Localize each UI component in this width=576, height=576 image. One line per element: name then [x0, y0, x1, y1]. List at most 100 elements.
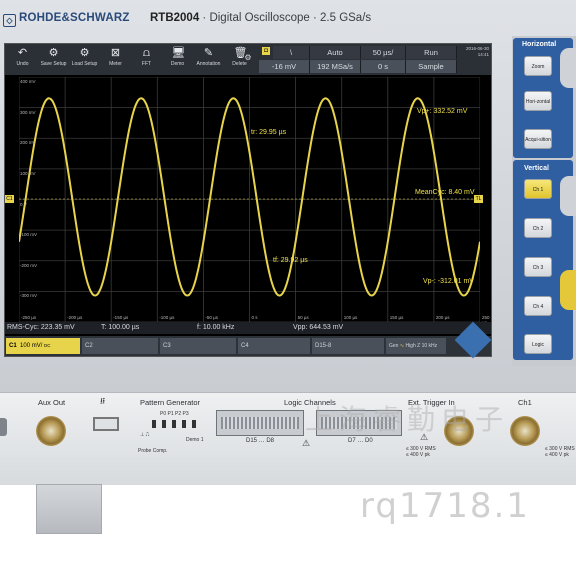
x-tick-label: -100 µs [159, 315, 175, 320]
horizontal-knob[interactable] [560, 48, 576, 88]
zoom-button[interactable]: Zoom [524, 56, 552, 76]
vp-plus-measurement: Vp+: 332.52 mV [417, 108, 468, 115]
channel4-tab[interactable]: C4 [238, 338, 310, 354]
measurement-info-bar: RMS-Cyc: 223.35 mV T: 100.00 µs f: 10.00… [5, 322, 491, 334]
acquisition-button[interactable]: Acqui-sition [524, 129, 552, 149]
datetime: 2016-06-30 14:41 [461, 46, 489, 58]
d7-d0-label: D7 … D0 [348, 438, 373, 444]
y-tick-label: 100 mV [20, 170, 36, 176]
demo1-label: Demo 1 [186, 437, 204, 443]
channel3-tab[interactable]: C3 [160, 338, 236, 354]
pattern-pins[interactable] [152, 420, 198, 428]
power-side-button[interactable] [0, 418, 7, 436]
load-setup-label: Load Setup [71, 61, 98, 67]
annotation-button[interactable]: ✎ Annotation [193, 44, 224, 75]
demo-icon: 🖥 [171, 47, 186, 59]
digital-channels-tab[interactable]: D15-8 [312, 338, 384, 354]
aux-out-connector[interactable] [36, 416, 66, 446]
aux-out-label: Aux Out [38, 398, 66, 407]
vp-minus-measurement: Vp-: -312.01 mV [423, 278, 474, 285]
load-setup-button[interactable]: ⚙ Load Setup [69, 44, 100, 75]
ch3-button[interactable]: Ch 3 [524, 257, 552, 277]
y-tick-label: 200 mV [20, 140, 36, 146]
meter-button[interactable]: ⊠ Meter [100, 44, 131, 75]
trigger-mode[interactable]: Auto [310, 46, 361, 59]
probe-comp-waveform-icon: ⊥ ⎍ [140, 432, 150, 438]
undo-label: Undo [16, 61, 29, 67]
undo-button[interactable]: ↶ Undo [7, 44, 38, 75]
date: 2016-06-30 [465, 46, 489, 51]
generator-impedance: High Z [405, 343, 421, 349]
warning-icon: ⚠ [302, 438, 311, 448]
probe-comp-label: Probe Comp. [138, 448, 168, 454]
acquisition-mode[interactable]: Sample [406, 60, 457, 73]
y-tick-label: -200 mV [20, 262, 38, 268]
load-setup-icon: ⚙ [79, 47, 90, 59]
ch1-input-connector[interactable] [510, 416, 540, 446]
model-name: RTB2004 [150, 12, 200, 24]
frequency-value: f: 10.00 kHz [197, 324, 235, 331]
x-tick-label: -150 µs [113, 315, 129, 320]
pattern-pins-label: P0 P1 P2 P3 [160, 411, 189, 417]
channel1-offset-marker[interactable]: C1 [5, 195, 14, 203]
y-tick-label: 0 V [20, 201, 27, 207]
fft-icon: ⩍ [142, 47, 151, 59]
trigger-level[interactable]: -16 mV [259, 60, 310, 73]
save-setup-button[interactable]: ⚙ Save Setup [38, 44, 69, 75]
usb-port[interactable] [93, 417, 119, 431]
channel1-scale: 100 mV/ [20, 343, 43, 349]
save-setup-label: Save Setup [40, 61, 67, 67]
sample-rate[interactable]: 192 MSa/s [310, 60, 361, 73]
channel1-tab[interactable]: C1 100 mV/ DC [6, 338, 80, 354]
horizontal-position[interactable]: 0 s [361, 60, 406, 73]
meter-label: Meter [109, 61, 122, 67]
ch1-scale-knob[interactable] [560, 270, 576, 310]
ext-trigger-rating-pk: ≤ 400 V pk [406, 452, 430, 458]
vertical-title: Vertical [524, 165, 549, 172]
ch2-button[interactable]: Ch 2 [524, 218, 552, 238]
demo-label: Demo [170, 61, 185, 67]
meter-icon: ⊠ [110, 47, 121, 59]
time: 14:41 [477, 52, 489, 57]
timebase[interactable]: 50 µs/ [361, 46, 406, 59]
brand-logo: ◇ ROHDE&SCHWARZ [3, 12, 130, 27]
y-tick-label: -100 mV [20, 232, 38, 238]
horizontal-title: Horizontal [522, 41, 557, 48]
mean-cycle-measurement: MeanCyc: 8.40 mV [415, 189, 475, 196]
x-tick-label: 200 µs [435, 315, 450, 320]
x-tick-label: -250 µs [21, 315, 37, 320]
rs-logo-icon: ◇ [3, 14, 16, 27]
logic-button[interactable]: Logic [524, 334, 552, 354]
status-panel: \ Auto 50 µs/ Run -16 mV 192 MSa/s 0 s S… [259, 46, 491, 74]
trigger-level-marker[interactable]: TL [474, 195, 483, 203]
model-title: RTB2004 · Digital Oscilloscope · 2.5 GSa… [150, 12, 371, 24]
ch4-button[interactable]: Ch 4 [524, 296, 552, 316]
fft-label: FFT [141, 61, 152, 67]
d15-d8-label: D15 … D8 [246, 438, 275, 444]
waveform-plot[interactable]: 400 mV 300 mV 200 mV 100 mV 0 V -100 mV -200 m… [19, 77, 490, 345]
y-tick-label: 300 mV [20, 109, 36, 115]
run-state[interactable]: Run [406, 46, 457, 59]
waveform-svg [19, 77, 480, 322]
scope-screen[interactable]: ↶ Undo ⚙ Save Setup ⚙ Load Setup ⊠ Meter ⩍ FF… [4, 43, 492, 359]
trigger-edge[interactable]: \ [273, 46, 310, 59]
demo-button[interactable]: 🖥 Demo [162, 44, 193, 75]
logic-d15-d8-connector[interactable] [216, 410, 304, 436]
generator-tab[interactable]: Gen ∿ High Z 10 kHz [386, 338, 446, 354]
fall-time-measurement: tf: 29.92 µs [273, 257, 308, 264]
vpp-value: Vpp: 644.53 mV [293, 324, 344, 331]
settings-gear-icon[interactable]: ⚙ [241, 44, 255, 75]
x-tick-label: 50 µs [297, 315, 309, 320]
fft-button[interactable]: ⩍ FFT [131, 44, 162, 75]
toolbar: ↶ Undo ⚙ Save Setup ⚙ Load Setup ⊠ Meter ⩍ FF… [5, 44, 491, 75]
generator-frequency: 10 kHz [421, 343, 438, 349]
period-value: T: 100.00 µs [101, 324, 140, 331]
channel2-tab[interactable]: C2 [82, 338, 158, 354]
ch1-button[interactable]: Ch 1 [524, 179, 552, 199]
instrument-foot [36, 484, 102, 534]
watermark-chinese: 上海睿勤电子 [305, 403, 510, 436]
ch1-input-label: Ch1 [518, 398, 532, 407]
horizontal-button[interactable]: Hori-zontal [524, 91, 552, 111]
vertical-knob[interactable] [560, 176, 576, 216]
brand-name: ROHDE&SCHWARZ [19, 12, 130, 24]
